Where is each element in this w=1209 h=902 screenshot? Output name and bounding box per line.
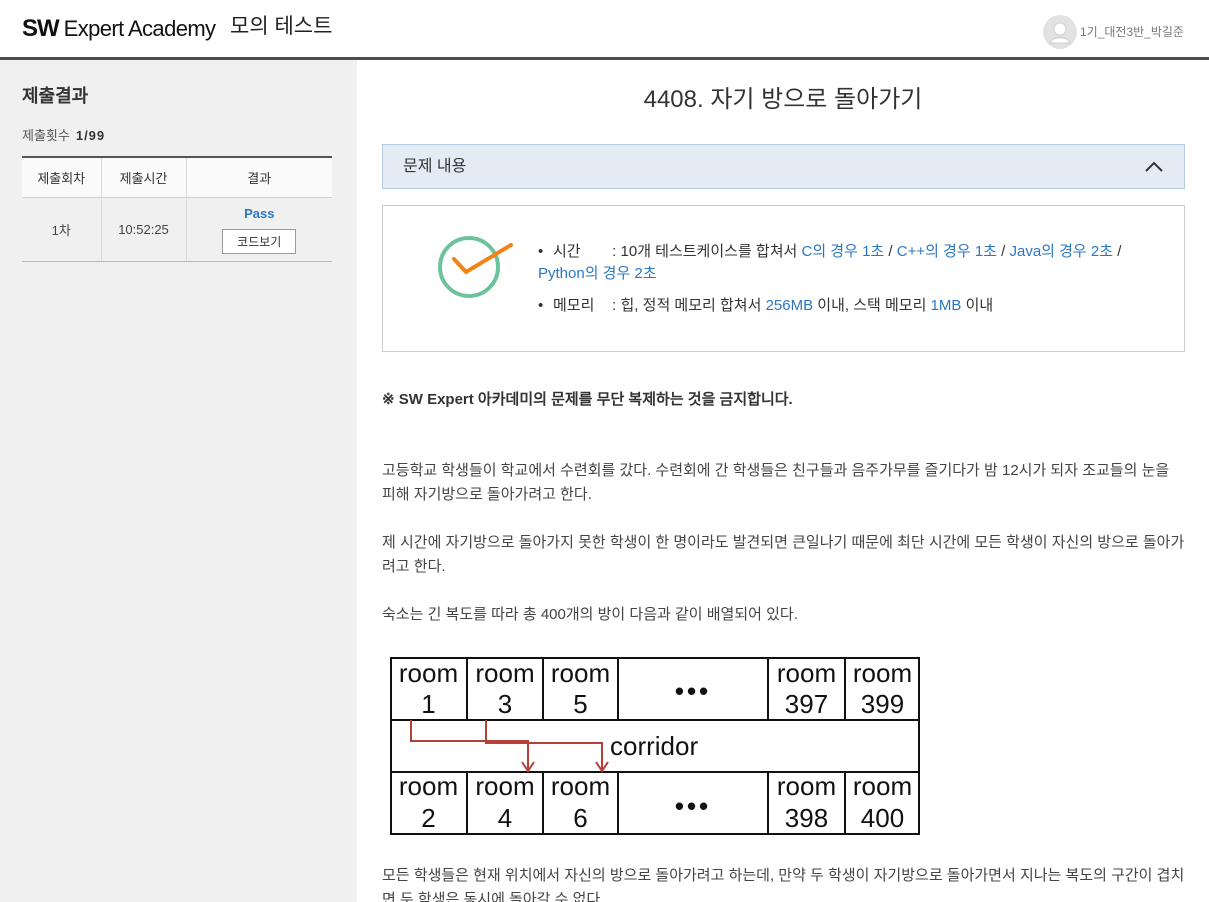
room-number: 6: [573, 803, 587, 833]
separator: /: [1117, 243, 1122, 260]
panel-title: 문제 내용: [403, 158, 467, 175]
room-number: 5: [573, 689, 587, 719]
submission-result-cell: Pass 코드보기: [185, 197, 332, 262]
logo-link[interactable]: SW Expert Academy: [22, 14, 216, 44]
table-header-row: 제출회차 제출시간 결과: [22, 157, 332, 198]
submission-count: 제출횟수 1/99: [22, 127, 105, 145]
room-number: 400: [861, 803, 904, 833]
user-avatar-icon[interactable]: [1043, 15, 1077, 49]
problem-title: 4408. 자기 방으로 돌아가기: [643, 86, 923, 113]
memory-limit-suffix: 이내: [965, 297, 994, 314]
ellipsis: •••: [675, 676, 711, 706]
submission-table: 제출회차 제출시간 결과 1차 10:52:25 Pass 코드보기: [22, 156, 332, 262]
room-label: room: [551, 771, 610, 801]
room-label: room: [777, 658, 836, 688]
memory-limit-label: 메모리: [553, 297, 595, 314]
room-number: 4: [498, 803, 512, 833]
submission-round: 1차: [22, 197, 101, 262]
stack-memory-value: 1MB: [930, 297, 962, 314]
problem-content-panel-toggle[interactable]: 문제 내용: [382, 144, 1185, 189]
problem-paragraph: 모든 학생들은 현재 위치에서 자신의 방으로 돌아가려고 하는데, 만약 두 …: [382, 867, 1185, 902]
room-number: 399: [861, 689, 904, 719]
bullet: •: [538, 297, 544, 314]
column-header-result: 결과: [185, 157, 332, 198]
time-limit-prefix: : 10개 테스트케이스를 합쳐서: [612, 243, 798, 260]
submission-sidebar: 제출결과 제출횟수 1/99 제출회차 제출시간 결과 1차 10:52:25 P…: [0, 60, 357, 902]
time-limit-c: C의 경우 1초: [801, 243, 885, 260]
room-number: 398: [785, 803, 828, 833]
table-row: 1차 10:52:25 Pass 코드보기: [22, 197, 332, 262]
time-limit: • 시간 : 10개 테스트케이스를 합쳐서 C의 경우 1초 / C++의 경우…: [538, 241, 1138, 285]
room-layout-diagram: room 1 room 3 room 5 ••• room 397 room 3…: [390, 657, 920, 835]
submission-results-title: 제출결과: [22, 86, 89, 106]
time-limit-python: Python의 경우 2초: [538, 265, 657, 282]
separator: /: [888, 243, 893, 260]
time-limit-cpp: C++의 경우 1초: [896, 243, 997, 260]
column-header-round: 제출회차: [22, 157, 101, 198]
logo-text: Expert Academy: [63, 16, 216, 41]
room-label: room: [475, 658, 534, 688]
user-name-link[interactable]: 1기_대전3반_박길준: [1080, 23, 1184, 41]
memory-limit-prefix: : 힙, 정적 메모리 합쳐서: [612, 297, 762, 314]
limits-box: • 시간 : 10개 테스트케이스를 합쳐서 C의 경우 1초 / C++의 경우…: [382, 205, 1185, 352]
time-limit-label: 시간: [553, 243, 581, 260]
submission-count-label: 제출횟수: [22, 128, 70, 143]
memory-limit: • 메모리 : 힙, 정적 메모리 합쳐서 256MB 이내, 스택 메모리 1M…: [538, 295, 1138, 317]
room-number: 397: [785, 689, 828, 719]
submission-time: 10:52:25: [100, 197, 186, 262]
room-label: room: [777, 771, 836, 801]
room-number: 1: [421, 689, 435, 719]
room-label: room: [551, 658, 610, 688]
room-number: 3: [498, 689, 512, 719]
copyright-notice: ※ SW Expert 아카데미의 문제를 무단 복제하는 것을 금지합니다.: [382, 391, 793, 408]
top-header: SW Expert Academy 모의 테스트 1기_대전3반_박길준: [0, 0, 1209, 57]
section-title: 모의 테스트: [230, 15, 333, 38]
view-code-button[interactable]: 코드보기: [222, 228, 297, 254]
chevron-up-icon[interactable]: [1145, 161, 1163, 172]
problem-paragraph: 숙소는 긴 복도를 따라 총 400개의 방이 다음과 같이 배열되어 있다.: [382, 606, 798, 623]
room-label: room: [399, 771, 458, 801]
problem-paragraph: 제 시간에 자기방으로 돌아가지 못한 학생이 한 명이라도 발견되면 큰일나기…: [382, 534, 1185, 575]
limits-list: • 시간 : 10개 테스트케이스를 합쳐서 C의 경우 1초 / C++의 경우…: [538, 241, 1138, 317]
room-label: room: [399, 658, 458, 688]
memory-limit-middle: 이내, 스택 메모리: [817, 297, 927, 314]
result-status: Pass: [244, 205, 275, 221]
logo-sw: SW: [22, 15, 60, 42]
room-label: room: [475, 771, 534, 801]
time-limit-java: Java의 경우 2초: [1009, 243, 1114, 260]
room-number: 2: [421, 803, 435, 833]
ellipsis: •••: [675, 791, 711, 821]
problem-main: 4408. 자기 방으로 돌아가기 문제 내용 • 시간 : 10개 테스트케이스…: [357, 60, 1209, 902]
heap-memory-value: 256MB: [765, 297, 814, 314]
bullet: •: [538, 243, 544, 260]
check-circle-icon: [438, 236, 513, 298]
separator: /: [1001, 243, 1006, 260]
problem-paragraph: 고등학교 학생들이 학교에서 수련회를 갔다. 수련회에 간 학생들은 친구들과…: [382, 462, 1170, 503]
room-label: room: [853, 771, 912, 801]
submission-count-value: 1/99: [75, 128, 106, 143]
room-label: room: [853, 658, 912, 688]
column-header-time: 제출시간: [100, 157, 186, 198]
corridor-label: corridor: [610, 731, 698, 761]
